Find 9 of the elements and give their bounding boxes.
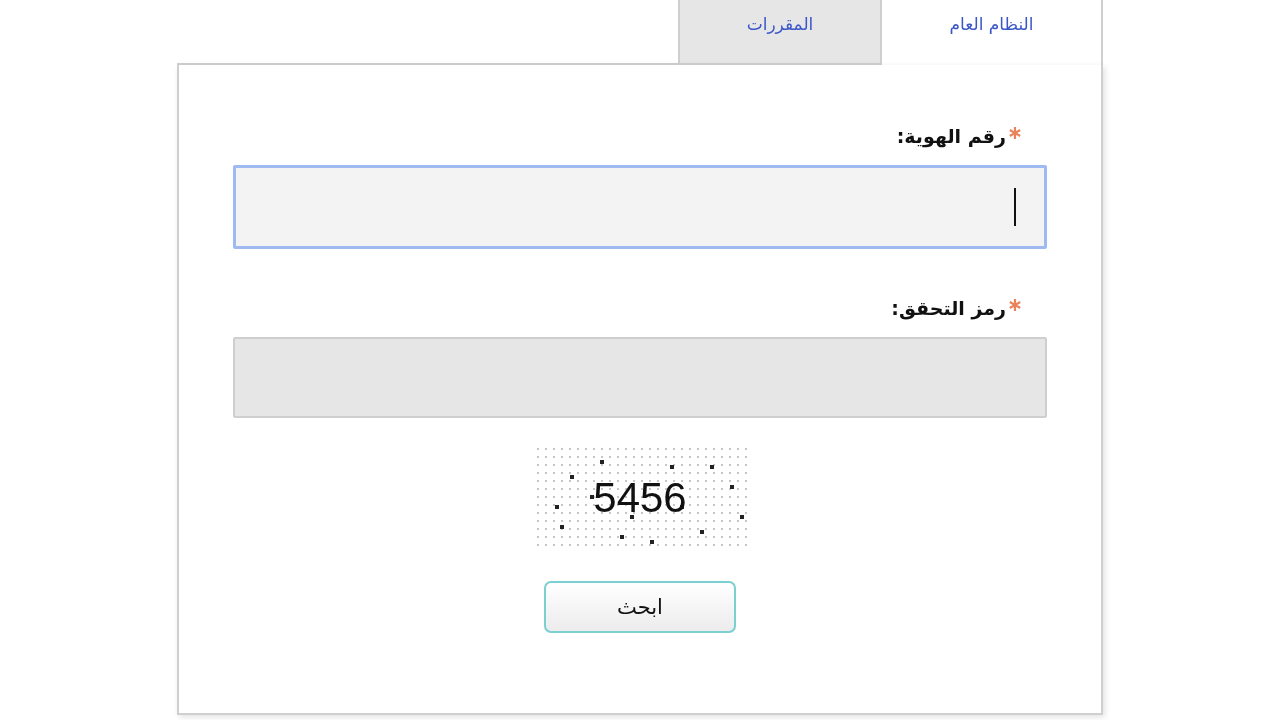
input-field[interactable] — [233, 165, 1047, 249]
captcha-code: 5456 — [593, 473, 687, 522]
search-button[interactable]: ابحث — [544, 581, 736, 633]
field-label: رمز التحقق: — [891, 297, 1006, 319]
tab[interactable]: النظام العام — [880, 0, 1103, 65]
input-field[interactable] — [233, 337, 1047, 418]
tab[interactable]: المقررات — [678, 0, 880, 65]
text-caret — [1014, 188, 1016, 226]
field-label: رقم الهوية: — [896, 125, 1006, 147]
